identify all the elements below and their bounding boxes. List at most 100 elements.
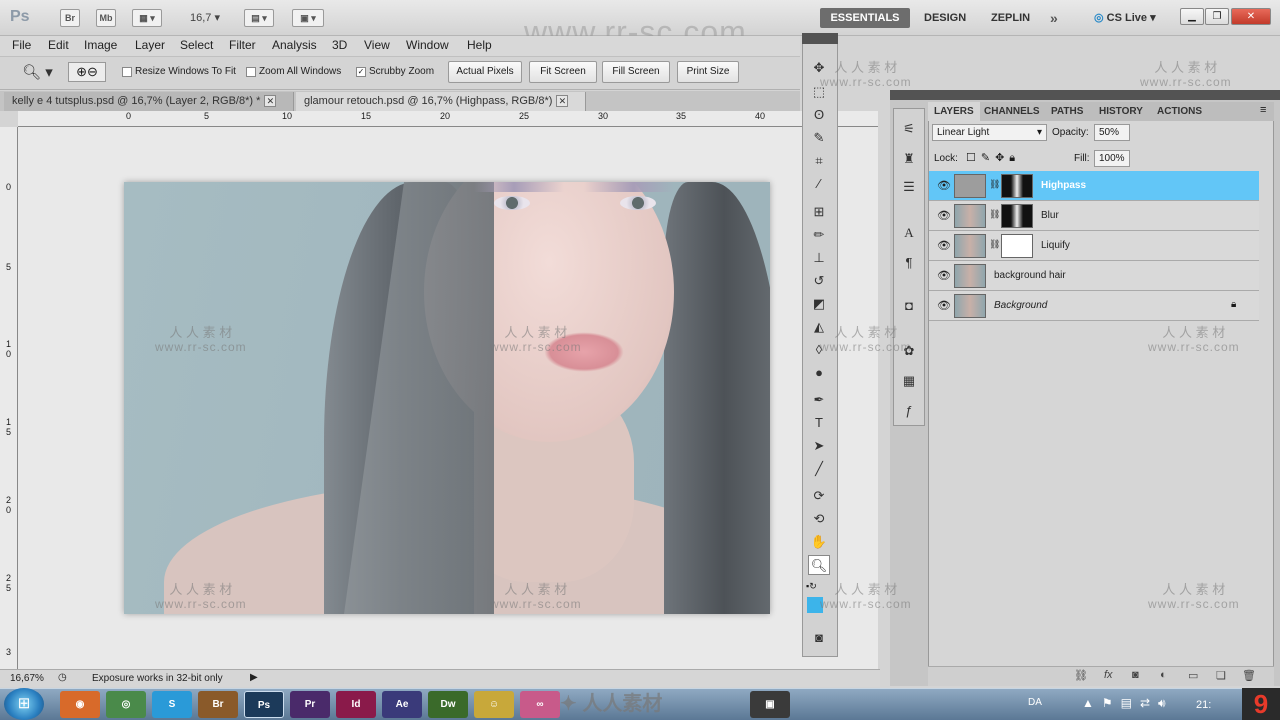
opacity-input[interactable]: 50% [1094,124,1130,141]
panel-menu-icon[interactable]: ≡ [1260,104,1266,116]
tools-panel-header[interactable] [802,33,838,44]
menu-select[interactable]: Select [180,38,213,52]
eyedropper-tool-icon[interactable]: ⁄ [808,174,830,194]
history-brush-tool-icon[interactable]: ↺ [808,271,830,291]
view-extras-button[interactable]: ▦ ▾ [132,9,162,27]
app-taskbar-icon[interactable]: ▣ [750,691,790,718]
zoom-in-icon[interactable]: ⊕ [76,64,87,79]
zoom-all-windows-checkbox[interactable]: Zoom All Windows [246,66,341,77]
add-mask-icon[interactable]: ◙ [1132,669,1139,681]
healing-tool-icon[interactable]: ⊞ [808,202,830,222]
after-effects-taskbar-icon[interactable]: Ae [382,691,422,718]
fill-screen-button[interactable]: Fill Screen [602,61,670,83]
3d-rotate-tool-icon[interactable]: ⟳ [808,486,830,506]
arrange-documents-button[interactable]: ▤ ▾ [244,9,274,27]
layer-row-highpass[interactable]: 👁︎ ⛓ Highpass [929,171,1259,201]
tab-history[interactable]: HISTORY [1093,102,1149,121]
checkbox-checked-icon[interactable]: ✓ [356,66,366,77]
brush-presets-icon[interactable]: ⚟ [898,118,920,140]
close-tab-icon[interactable]: ✕ [556,95,569,108]
tab-paths[interactable]: PATHS [1045,102,1089,121]
maximize-button[interactable]: ❐ [1205,8,1229,25]
layer-row-liquify[interactable]: 👁︎ ⛓ Liquify [929,231,1259,261]
cs-live-button[interactable]: ◎ CS Live ▾ [1094,8,1156,28]
quick-mask-icon[interactable]: ◙ [808,628,830,648]
tab-channels[interactable]: CHANNELS [978,102,1046,121]
zoom-tool-preset-icon[interactable]: 🔍︎ ▾ [22,63,53,81]
chrome-taskbar-icon[interactable]: ◎ [106,691,146,718]
paragraph-panel-icon[interactable]: ¶ [898,252,920,274]
premiere-taskbar-icon[interactable]: Pr [290,691,330,718]
menu-window[interactable]: Window [406,38,449,52]
new-group-icon[interactable]: ▭ [1188,669,1198,682]
clone-source-icon[interactable]: ♜ [898,148,920,170]
menu-image[interactable]: Image [84,38,117,52]
zoom-in-out-toggle[interactable]: ⊕⊖ [68,62,106,82]
camera-icon[interactable]: ◘ [898,295,920,317]
dock-header[interactable] [890,90,1280,100]
link-layers-icon[interactable]: ⛓ [1074,669,1088,682]
path-select-tool-icon[interactable]: ➤ [808,436,830,456]
zoom-tool-icon[interactable]: 🔍︎ [808,555,830,575]
screen-mode-button[interactable]: ▣ ▾ [292,9,324,27]
menu-layer[interactable]: Layer [135,38,165,52]
photoshop-taskbar-icon[interactable]: Ps [244,691,284,718]
character-panel-icon[interactable]: A [898,222,920,244]
layer-row-blur[interactable]: 👁︎ ⛓ Blur [929,201,1259,231]
firefox-taskbar-icon[interactable]: ◉ [60,691,100,718]
layer-style-fx-icon[interactable]: fx [1104,669,1113,681]
status-menu-arrow-icon[interactable]: ▶ [250,672,258,683]
clone-stamp-tool-icon[interactable]: ⊥ [808,248,830,268]
portrait-image[interactable] [124,182,770,614]
checkbox-box[interactable] [246,66,256,77]
menu-3d[interactable]: 3D [332,38,347,52]
menu-file[interactable]: File [12,38,31,52]
more-workspaces-icon[interactable]: » [1050,8,1058,28]
3d-orbit-tool-icon[interactable]: ⟲ [808,509,830,529]
status-zoom[interactable]: 16,67% [10,673,44,684]
dreamweaver-taskbar-icon[interactable]: Dw [428,691,468,718]
brush-tool-icon[interactable]: ✏ [808,225,830,245]
line-tool-icon[interactable]: ╱ [808,459,830,479]
system-tray-icons[interactable]: ▲⚑▤⇄🔊︎ [1082,696,1174,711]
layer-row-background[interactable]: 👁︎ Background 🔒︎ [929,291,1259,321]
layer-row-background-hair[interactable]: 👁︎ background hair [929,261,1259,291]
fill-input[interactable]: 100% [1094,150,1130,167]
tab-layers[interactable]: LAYERS [928,102,980,121]
minimize-button[interactable]: ▁ [1180,8,1204,25]
workspace-zeplin[interactable]: ZEPLIN [991,8,1030,28]
language-indicator[interactable]: DA [1028,697,1042,708]
messenger-taskbar-icon[interactable]: ☺ [474,691,514,718]
hand-tool-icon[interactable]: ✋ [808,532,830,552]
adjustment-layer-icon[interactable]: ◐ [1160,669,1167,681]
visibility-eye-icon[interactable]: 👁︎ [937,269,951,282]
checkbox-box[interactable] [122,66,132,77]
taskbar-clock[interactable]: 21: [1196,699,1211,711]
quick-select-tool-icon[interactable]: ✎ [808,128,830,148]
mini-bridge-button[interactable]: Mb [96,9,116,27]
new-layer-icon[interactable]: ❏ [1216,669,1226,682]
start-button[interactable]: ⊞ [4,688,44,720]
zoom-out-icon[interactable]: ⊖ [87,64,98,79]
tab-kelly-document[interactable]: kelly e 4 tutsplus.psd @ 16,7% (Layer 2,… [4,92,294,111]
menu-help[interactable]: Help [467,38,492,52]
tool-presets-icon[interactable]: ☰ [898,176,920,198]
lock-options-icons[interactable]: ☐✎✥🔒︎ [966,151,1020,165]
trash-icon[interactable]: 🗑︎ [1242,669,1256,682]
scrubby-zoom-checkbox[interactable]: ✓ Scrubby Zoom [356,66,434,77]
menu-filter[interactable]: Filter [229,38,256,52]
bridge-button[interactable]: Br [60,9,80,27]
crop-tool-icon[interactable]: ⌗ [808,151,830,171]
layer-mask-thumbnail[interactable] [1001,204,1033,228]
bridge-taskbar-icon[interactable]: Br [198,691,238,718]
styles-panel-icon[interactable]: ƒ [898,400,920,422]
layer-mask-thumbnail[interactable] [1001,234,1033,258]
blend-mode-select[interactable]: Linear Light ▾ [932,124,1047,141]
close-button[interactable]: ✕ [1231,8,1271,25]
workspace-essentials[interactable]: ESSENTIALS [820,8,910,28]
visibility-eye-icon[interactable]: 👁︎ [937,239,951,252]
menu-edit[interactable]: Edit [48,38,69,52]
tab-glamour-document[interactable]: glamour retouch.psd @ 16,7% (Highpass, R… [296,92,586,111]
indesign-taskbar-icon[interactable]: Id [336,691,376,718]
app-taskbar-icon[interactable]: ∞ [520,691,560,718]
